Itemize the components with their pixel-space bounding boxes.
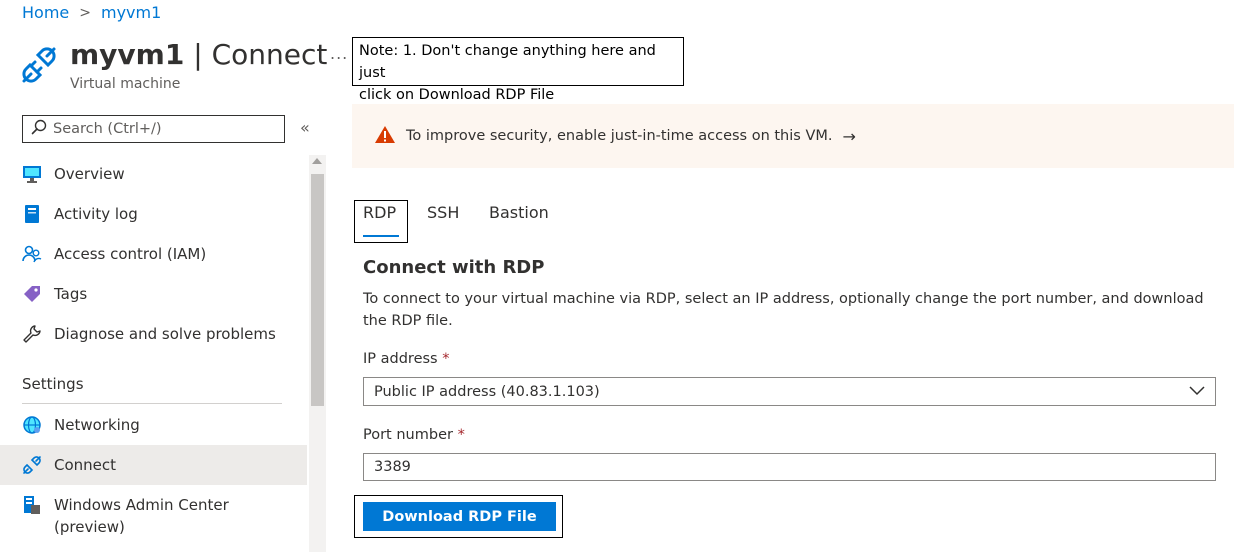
- note-line-1: Note: 1. Don't change anything here and …: [359, 43, 656, 81]
- title-separator: |: [184, 38, 212, 71]
- warning-icon: [374, 125, 396, 148]
- sidebar-item-label: Connect: [54, 456, 117, 474]
- chevron-down-icon: [1189, 384, 1205, 400]
- breadcrumb-current-link[interactable]: myvm1: [101, 3, 161, 22]
- tag-icon: [22, 284, 42, 304]
- sidebar-item-activity-log[interactable]: Activity log: [0, 194, 307, 234]
- port-number-label: Port number *: [363, 427, 465, 443]
- section-description: To connect to your virtual machine via R…: [363, 291, 1204, 329]
- ip-address-selected-value: Public IP address (40.83.1.103): [374, 383, 600, 400]
- sidebar-item-label: Overview: [54, 165, 125, 183]
- blade-title: Connect: [211, 38, 328, 71]
- selected-tab-indicator: [363, 235, 399, 237]
- resource-type-subtitle: Virtual machine: [70, 76, 181, 92]
- log-book-icon: [22, 204, 42, 224]
- section-label-settings: Settings: [22, 375, 84, 393]
- required-marker: *: [442, 351, 450, 367]
- note-line-2: click on Download RDP File: [359, 87, 555, 103]
- search-icon: [31, 119, 47, 139]
- arrow-right-icon[interactable]: →: [842, 127, 855, 146]
- port-number-input[interactable]: [363, 453, 1216, 481]
- sidebar-item-label: Activity log: [54, 205, 138, 223]
- search-input[interactable]: [53, 121, 273, 137]
- sidebar-item-label: Diagnose and solve problems: [54, 325, 276, 343]
- globe-network-icon: [22, 415, 42, 435]
- sidebar-item-label: Windows Admin Center: [54, 496, 229, 514]
- required-marker: *: [457, 427, 465, 443]
- sidebar-scrollbar-thumb[interactable]: [311, 174, 324, 406]
- sidebar-item-access-control[interactable]: Access control (IAM): [0, 234, 307, 274]
- breadcrumb-home-link[interactable]: Home: [22, 3, 69, 22]
- annotation-note: Note: 1. Don't change anything here and …: [352, 37, 684, 103]
- more-options-button[interactable]: ...: [330, 44, 348, 63]
- collapse-sidebar-button[interactable]: «: [300, 118, 310, 137]
- resource-name: myvm1: [70, 38, 185, 71]
- sidebar-item-windows-admin-center[interactable]: Windows Admin Center (preview): [0, 485, 307, 545]
- section-divider: [22, 403, 282, 404]
- jit-access-banner[interactable]: To improve security, enable just-in-time…: [352, 104, 1234, 168]
- sidebar-item-networking[interactable]: Networking: [0, 405, 307, 445]
- page-title: myvm1 | Connect: [70, 38, 327, 71]
- sidebar-search[interactable]: [22, 115, 285, 143]
- ip-address-dropdown[interactable]: Public IP address (40.83.1.103): [363, 377, 1216, 406]
- banner-text: To improve security, enable just-in-time…: [406, 128, 833, 144]
- sidebar-item-tags[interactable]: Tags: [0, 274, 307, 314]
- monitor-icon: [22, 164, 42, 184]
- plug-icon: [22, 455, 42, 475]
- sidebar-item-connect[interactable]: Connect: [0, 445, 307, 485]
- breadcrumb: Home > myvm1: [22, 3, 161, 22]
- server-icon: [22, 495, 42, 515]
- sidebar-item-diagnose[interactable]: Diagnose and solve problems: [0, 314, 307, 354]
- port-number-label-text: Port number: [363, 427, 453, 443]
- ip-address-label-text: IP address: [363, 351, 438, 367]
- download-rdp-file-button[interactable]: Download RDP File: [363, 502, 556, 531]
- sidebar-item-label: Networking: [54, 416, 140, 434]
- chevron-right-icon: >: [79, 4, 91, 21]
- section-heading: Connect with RDP: [363, 257, 545, 278]
- sidebar-item-label: Tags: [54, 285, 88, 303]
- tab-bastion[interactable]: Bastion: [489, 203, 549, 222]
- scroll-up-arrow-icon[interactable]: [312, 158, 322, 164]
- sidebar-item-overview[interactable]: Overview: [0, 154, 307, 194]
- sidebar-item-label-secondary: (preview): [54, 518, 125, 536]
- sidebar-item-label: Access control (IAM): [54, 245, 207, 263]
- ip-address-label: IP address *: [363, 351, 449, 367]
- sidebar-item-label-wrap: Windows Admin Center (preview): [54, 494, 229, 538]
- plug-icon: [20, 45, 58, 85]
- people-icon: [22, 244, 42, 264]
- tab-ssh[interactable]: SSH: [427, 203, 459, 222]
- wrench-icon: [22, 324, 42, 344]
- tab-rdp[interactable]: RDP: [363, 203, 396, 222]
